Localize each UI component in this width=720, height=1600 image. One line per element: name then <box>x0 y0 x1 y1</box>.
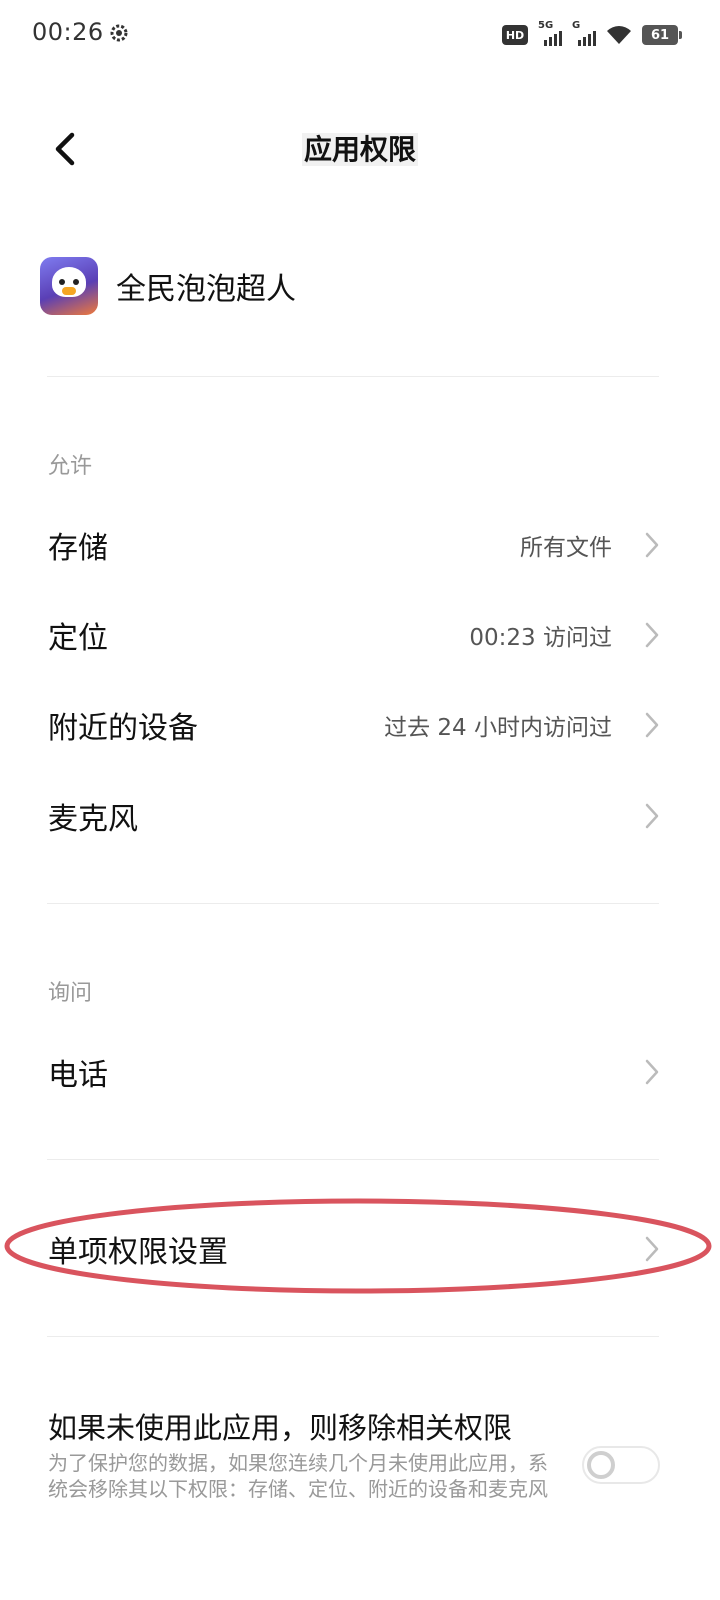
permission-value: 00:23 访问过 <box>469 625 612 651</box>
section-label-allowed: 允许 <box>48 454 93 479</box>
permission-row-storage[interactable]: 存储 所有文件 <box>48 515 660 575</box>
chevron-right-icon <box>645 803 659 829</box>
hd-icon: HD <box>502 25 528 45</box>
status-bar: 00:26 HD 5G G 61 <box>0 0 720 70</box>
signal-5g-icon: 5G <box>538 20 562 46</box>
auto-remove-description: 为了保护您的数据，如果您连续几个月未使用此应用，系统会移除其以下权限：存储、定位… <box>48 1451 548 1501</box>
permission-value: 所有文件 <box>520 535 612 561</box>
chevron-right-icon <box>645 622 659 648</box>
status-time: 00:26 <box>32 18 104 46</box>
chevron-right-icon <box>645 1059 659 1085</box>
permission-label: 电话 <box>48 1058 108 1093</box>
permission-row-nearby-devices[interactable]: 附近的设备 过去 24 小时内访问过 <box>48 695 660 755</box>
divider <box>47 1336 659 1337</box>
divider <box>47 903 659 904</box>
page-title: 应用权限 <box>0 128 720 168</box>
app-icon <box>40 257 98 315</box>
signal-g-label: G <box>572 20 581 31</box>
permission-value: 过去 24 小时内访问过 <box>384 715 612 741</box>
chevron-right-icon <box>645 532 659 558</box>
permission-row-phone[interactable]: 电话 <box>48 1042 660 1102</box>
permission-row-location[interactable]: 定位 00:23 访问过 <box>48 605 660 665</box>
toggle-knob <box>587 1451 615 1479</box>
app-name: 全民泡泡超人 <box>116 272 296 307</box>
auto-remove-toggle[interactable] <box>582 1446 660 1484</box>
wifi-icon <box>607 26 631 44</box>
highlight-annotation-ellipse <box>4 1198 712 1294</box>
status-icons: HD 5G G 61 <box>502 20 682 50</box>
permission-label: 存储 <box>48 531 108 566</box>
app-info: 全民泡泡超人 <box>40 256 296 316</box>
divider <box>47 1159 659 1160</box>
chevron-right-icon <box>645 712 659 738</box>
settings-notification-icon <box>110 24 128 42</box>
signal-g-icon: G <box>572 20 596 46</box>
permission-label: 定位 <box>48 621 108 656</box>
page-title-text: 应用权限 <box>301 133 418 166</box>
battery-icon: 61 <box>642 25 682 45</box>
auto-remove-permissions-row: 如果未使用此应用，则移除相关权限 为了保护您的数据，如果您连续几个月未使用此应用… <box>48 1408 660 1502</box>
permission-label: 附近的设备 <box>48 711 198 746</box>
permission-label: 麦克风 <box>48 802 138 837</box>
section-label-ask: 询问 <box>48 981 93 1006</box>
auto-remove-title: 如果未使用此应用，则移除相关权限 <box>48 1411 513 1445</box>
divider <box>47 376 659 377</box>
signal-5g-label: 5G <box>538 20 554 31</box>
permission-row-microphone[interactable]: 麦克风 <box>48 786 660 846</box>
